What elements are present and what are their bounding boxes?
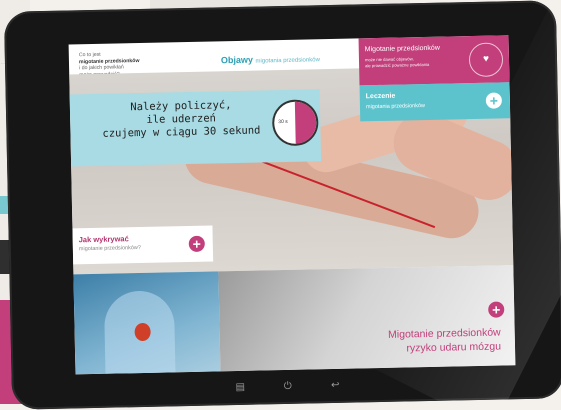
objawy-title: Objawy [220, 54, 254, 66]
heart-icon: ♥ [468, 42, 504, 78]
family-tile[interactable]: + Migotanie przedsionków ryzyko udaru mó… [218, 265, 516, 372]
anatomy-tile[interactable] [73, 271, 221, 375]
migotanie-panel-sub-line: ale prowadzić poważne powikłania [365, 61, 430, 68]
family-plus-icon[interactable]: + [488, 301, 505, 318]
leczenie-subtitle: migotania przedsionków [365, 103, 426, 111]
jak-subtitle: migotanie przedsionków? [78, 245, 142, 253]
callout-line: czujemy w ciągu 30 sekund [102, 124, 261, 140]
jak-plus-icon[interactable]: + [188, 235, 205, 253]
faq-line-bold: migotanie przedsionków [78, 57, 140, 65]
instruction-callout: Należy policzyć, ile uderzeń czujemy w c… [69, 89, 322, 167]
tablet-frame: Co to jest migotanie przedsionków i do j… [3, 0, 561, 410]
timer-icon: 30 s [271, 99, 319, 147]
migotanie-panel-subtitle: może nie dawać objawów, ale prowadzić po… [365, 56, 429, 68]
leczenie-panel[interactable]: Leczenie migotania przedsionków + [359, 82, 511, 122]
leczenie-title: Leczenie [365, 92, 396, 101]
timer-fill [294, 101, 317, 144]
objawy-link[interactable]: Objawy migotania przedsionków [220, 53, 320, 66]
power-icon[interactable]: ⏻ [282, 381, 293, 392]
objawy-subtitle: migotania przedsionków [255, 57, 320, 65]
migotanie-panel[interactable]: Migotanie przedsionków może nie dawać ob… [358, 35, 510, 86]
timer-label: 30 s [278, 118, 288, 126]
menu-icon[interactable]: ▤ [235, 382, 246, 393]
back-icon[interactable]: ↩ [330, 380, 341, 391]
leczenie-plus-icon[interactable]: + [485, 92, 503, 109]
tablet-screen: Co to jest migotanie przedsionków i do j… [68, 35, 516, 375]
family-tile-line: ryzyko udaru mózgu [406, 340, 502, 355]
jak-title: Jak wykrywać [78, 234, 129, 245]
migotanie-panel-title: Migotanie przedsionków [364, 44, 440, 54]
jak-wykrywac-panel[interactable]: Jak wykrywać migotanie przedsionków? + [72, 225, 214, 265]
